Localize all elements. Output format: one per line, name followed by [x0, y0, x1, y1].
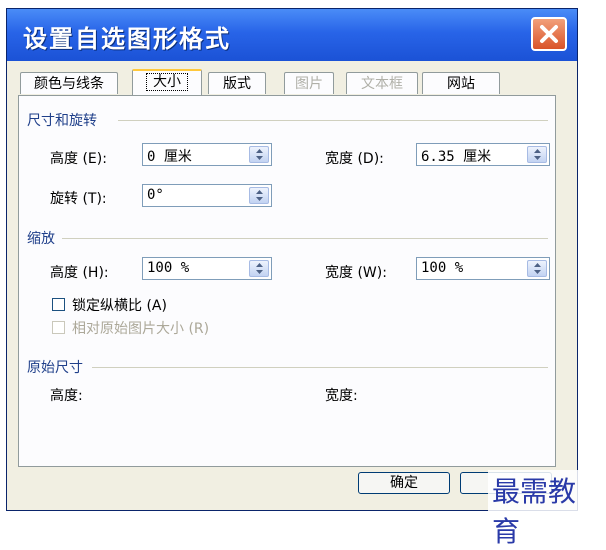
tab-label: 文本框 — [361, 76, 403, 92]
spin-button[interactable] — [527, 146, 547, 163]
rotation-spinner[interactable]: 0° — [142, 184, 272, 207]
title-bar[interactable]: 设置自选图形格式 — [7, 9, 577, 61]
original-width-label: 宽度: — [325, 388, 358, 404]
watermark-text: 最需教育 — [488, 470, 606, 550]
lock-aspect-label[interactable]: 锁定纵横比 (A) — [72, 295, 167, 315]
height-label: 高度 (E): — [50, 151, 107, 167]
spin-button[interactable] — [527, 260, 547, 277]
tab-size[interactable]: 大小 — [132, 69, 202, 95]
tab-label: 版式 — [223, 76, 251, 92]
scale-height-spinner[interactable]: 100 % — [142, 257, 272, 280]
spin-button[interactable] — [249, 146, 269, 163]
tab-label: 图片 — [295, 76, 323, 92]
rotation-label: 旋转 (T): — [50, 191, 107, 207]
scale-width-spinner[interactable]: 100 % — [416, 257, 550, 280]
scale-width-label: 宽度 (W): — [325, 265, 387, 281]
tab-layout[interactable]: 版式 — [208, 72, 266, 94]
ok-button[interactable]: 确定 — [358, 472, 450, 494]
lock-aspect-checkbox[interactable] — [52, 298, 65, 311]
tab-textbox: 文本框 — [346, 72, 418, 94]
scale-height-label: 高度 (H): — [50, 265, 109, 281]
spin-arrows-icon — [256, 149, 263, 160]
height-spinner[interactable]: 0 厘米 — [142, 143, 272, 166]
tab-website[interactable]: 网站 — [422, 72, 500, 94]
spin-arrows-icon — [534, 263, 541, 274]
section-divider — [118, 120, 548, 121]
width-value[interactable]: 6.35 厘米 — [421, 146, 491, 166]
section-divider — [92, 367, 548, 368]
spin-arrows-icon — [534, 149, 541, 160]
spin-button[interactable] — [249, 187, 269, 204]
section-title-original: 原始尺寸 — [27, 360, 83, 376]
tab-color-line[interactable]: 颜色与线条 — [20, 72, 118, 94]
original-height-label: 高度: — [50, 388, 83, 404]
close-icon — [540, 25, 558, 43]
scale-width-value[interactable]: 100 % — [421, 260, 463, 276]
dialog-title: 设置自选图形格式 — [23, 25, 231, 53]
tab-label: 网站 — [447, 76, 475, 92]
tab-label: 颜色与线条 — [34, 76, 104, 92]
tab-label: 大小 — [146, 73, 188, 91]
relative-size-checkbox — [52, 321, 65, 334]
relative-size-label: 相对原始图片大小 (R) — [72, 321, 210, 337]
close-button[interactable] — [531, 17, 567, 51]
ok-button-label: 确定 — [390, 475, 418, 491]
section-divider — [62, 238, 548, 239]
rotation-value[interactable]: 0° — [147, 187, 164, 203]
section-title-scale: 缩放 — [27, 231, 55, 247]
section-title-size-rotate: 尺寸和旋转 — [27, 113, 97, 129]
spin-arrows-icon — [256, 263, 263, 274]
width-label: 宽度 (D): — [325, 151, 384, 167]
spin-button[interactable] — [249, 260, 269, 277]
width-spinner[interactable]: 6.35 厘米 — [416, 143, 550, 166]
height-value[interactable]: 0 厘米 — [147, 146, 192, 166]
tab-picture: 图片 — [284, 72, 334, 94]
spin-arrows-icon — [256, 190, 263, 201]
scale-height-value[interactable]: 100 % — [147, 260, 189, 276]
